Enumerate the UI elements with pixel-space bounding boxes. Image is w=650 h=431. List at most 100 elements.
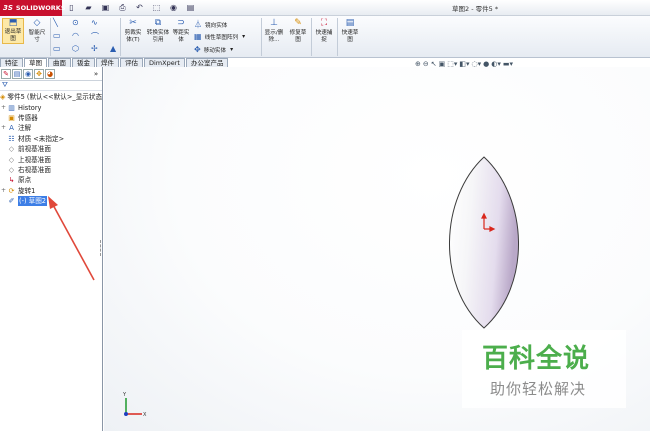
tree-root-label: 零件5 (默认<<默认>_显示状态 [7,93,103,102]
tab-sheet-metal[interactable]: 钣金 [72,58,95,67]
tree-item-right-plane[interactable]: ◇ 右视基准面 [0,165,102,175]
expand-icon[interactable]: + [0,103,7,113]
rapid-sketch-icon: ▤ [345,18,355,28]
chevron-down-icon[interactable]: ▾ [242,33,245,40]
filter-icon[interactable]: ⛛ [0,81,102,91]
solidworks-logo[interactable]: 3S SOLIDWORKS [0,0,66,16]
tree-item-label: 旋转1 [18,186,36,195]
tree-item-label: 传感器 [18,113,38,122]
rapid-sketch-button[interactable]: ▤ 快速草图 [339,18,361,44]
offset-entities-icon: ⊃ [177,18,185,28]
tree-item-annotations[interactable]: + A 注解 [0,123,102,133]
rebuild-icon[interactable]: ◉ [168,2,179,13]
move-icon: ✥ [194,45,201,54]
exit-sketch-label: 退出草图 [4,29,22,42]
tab-sketch[interactable]: 草图 [24,58,47,67]
ribbon-divider [311,18,312,56]
text-icon[interactable]: ▲ [110,44,116,53]
chevron-down-icon[interactable]: ▾ [230,46,233,53]
chevron-right-icon[interactable]: » [91,69,101,79]
linear-pattern-icon: ▦ [194,32,202,41]
line-icon[interactable]: ╲ [53,18,58,27]
repair-sketch-icon: ✎ [294,18,302,28]
trim-icon: ✂ [129,18,137,28]
arc-icon[interactable]: ◠ [72,31,79,40]
print-icon[interactable]: ⎙ [117,2,128,13]
featuremanager-tab-icon[interactable]: ✎ [1,69,11,79]
undo-icon[interactable]: ↶ [134,2,145,13]
ribbon-divider [50,18,51,56]
spline-icon[interactable]: ∿ [91,18,98,27]
point-icon[interactable]: ✢ [91,44,98,53]
circle-icon[interactable]: ⊙ [72,18,79,27]
smart-dimension-icon: ◇ [33,18,41,28]
sketch-fillet-icon[interactable]: ⌒ [91,31,99,42]
new-icon[interactable]: ▯ [66,2,77,13]
tab-surfaces[interactable]: 曲面 [48,58,71,67]
quick-access-toolbar: ▯ ▰ ▣ ⎙ ↶ ⬚ ◉ ▤ [66,2,196,13]
tree-item-label: 材质 <未指定> [18,134,65,143]
sketch-icon: ✐ [8,197,15,206]
convert-entities-icon: ⧉ [154,18,162,28]
display-delete-label: 显示/删除... [264,30,284,43]
tree-item-revolve1[interactable]: + ⟳ 旋转1 [0,186,102,196]
tree-item-sketch2[interactable]: ✐ (-) 草图2 [0,196,102,207]
tree-item-front-plane[interactable]: ◇ 前视基准面 [0,144,102,154]
tab-evaluate[interactable]: 评估 [120,58,143,67]
revolve-icon: ⟳ [8,186,15,195]
slot-icon[interactable]: ▭ [53,44,61,53]
tree-item-label: History [18,103,42,112]
command-manager: ⬒ 退出草图 ◇ 智能尺寸 ╲ ⊙ ∿ ▭ ◠ ⌒ ▭ ⬡ ✢ ▲ ✂ 剪裁实体… [0,16,650,58]
repair-sketch-button[interactable]: ✎ 修复草图 [287,18,309,44]
offset-entities-button[interactable]: ⊃ 等距实体 [170,18,192,44]
tab-weldments[interactable]: 焊件 [96,58,119,67]
title-bar: 3S SOLIDWORKS ▯ ▰ ▣ ⎙ ↶ ⬚ ◉ ▤ 草图2 - 零件5 … [0,0,650,16]
tab-office-products[interactable]: 办公室产品 [185,58,229,67]
tree-item-label: 前视基准面 [18,145,51,154]
move-entities-label: 移动实体 [203,47,227,54]
displaymanager-tab-icon[interactable]: ◕ [45,69,55,79]
dimxpertmanager-tab-icon[interactable]: ✥ [34,69,44,79]
configurationmanager-tab-icon[interactable]: ◉ [23,69,33,79]
watermark: 百科全说 助你轻松解决 [462,330,626,408]
tree-item-history[interactable]: + ▥ History [0,102,102,112]
trim-entities-button[interactable]: ✂ 剪裁实体(T) [122,18,144,44]
quick-snaps-button[interactable]: ⛶ 快速捕捉 [313,18,335,44]
tree-item-label: 上视基准面 [18,155,51,164]
plane-icon: ◇ [8,145,15,154]
plane-icon: ◇ [8,165,15,174]
exit-sketch-button[interactable]: ⬒ 退出草图 [2,18,24,44]
mirror-entities-label: 镜向实体 [205,22,228,29]
mirror-entities-button[interactable]: ⏃ 镜向实体 [194,19,227,30]
feature-tree: ◈ 零件5 (默认<<默认>_显示状态 + ▥ History ▣ 传感器 + … [0,91,102,207]
save-icon[interactable]: ▣ [100,2,111,13]
open-icon[interactable]: ▰ [83,2,94,13]
rectangle-icon[interactable]: ▭ [53,31,61,40]
part-icon: ◈ [0,93,6,102]
expand-icon[interactable]: + [0,123,7,133]
tab-dimxpert[interactable]: DimXpert [144,58,185,67]
repair-sketch-label: 修复草图 [289,30,307,43]
offset-entities-label: 等距实体 [172,30,190,43]
convert-entities-button[interactable]: ⧉ 转换实体引用 [146,18,170,44]
tab-features[interactable]: 特征 [0,58,23,67]
tree-root[interactable]: ◈ 零件5 (默认<<默认>_显示状态 [0,92,102,102]
tree-item-material[interactable]: ☷ 材质 <未指定> [0,134,102,144]
propertymanager-tab-icon[interactable]: ▤ [12,69,22,79]
smart-dimension-button[interactable]: ◇ 智能尺寸 [26,18,48,44]
display-delete-relations-button[interactable]: ⊥ 显示/删除... [263,18,285,44]
ribbon-divider [337,18,338,56]
tree-item-label: 原点 [18,176,32,185]
move-entities-button[interactable]: ✥ 移动实体 ▾ [194,45,233,54]
expand-icon[interactable]: + [0,186,7,196]
options-icon[interactable]: ▤ [185,2,196,13]
linear-pattern-button[interactable]: ▦ 线性草图阵列 ▾ [194,32,245,41]
brand-name: SOLIDWORKS [15,4,66,12]
select-icon[interactable]: ⬚ [151,2,162,13]
tree-item-origin[interactable]: ↳ 原点 [0,175,102,185]
tree-item-sensors[interactable]: ▣ 传感器 [0,113,102,123]
polygon-icon[interactable]: ⬡ [72,44,79,53]
tree-item-top-plane[interactable]: ◇ 上视基准面 [0,154,102,164]
origin-icon: ↳ [8,176,15,185]
exit-sketch-icon: ⬒ [8,18,18,28]
